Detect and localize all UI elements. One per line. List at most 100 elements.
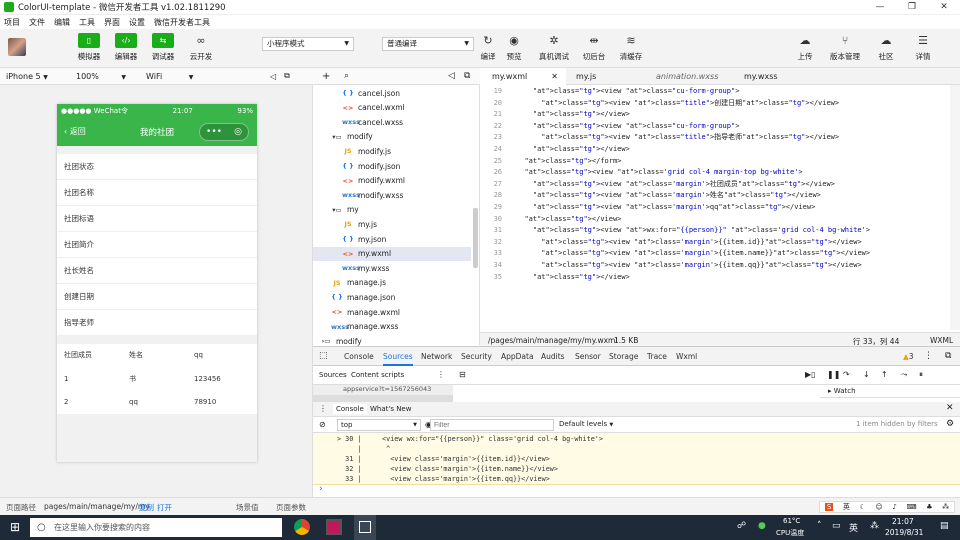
more-vertical-icon[interactable]: ⋮: [924, 351, 933, 361]
close-icon[interactable]: ✕: [946, 403, 954, 413]
copy-link[interactable]: 复制: [139, 502, 154, 513]
menu-tools[interactable]: 工具: [79, 17, 95, 28]
form-row-date[interactable]: 创建日期: [57, 284, 257, 310]
debugger-button[interactable]: ⇆ 调试器: [143, 33, 183, 62]
popout-icon[interactable]: ⧉: [464, 71, 470, 81]
tab-storage[interactable]: Storage: [609, 347, 638, 366]
tab-trace[interactable]: Trace: [647, 347, 667, 366]
file-item[interactable]: <> cancel.wxml: [313, 101, 471, 115]
file-item[interactable]: wxss my.wxss: [313, 261, 471, 275]
tab-my-js[interactable]: my.js: [564, 68, 644, 85]
file-item[interactable]: wxss manage.wxss: [313, 320, 471, 334]
ime-taskbar[interactable]: 英: [849, 521, 858, 534]
file-item[interactable]: wxss cancel.wxss: [313, 115, 471, 129]
clear-cache-button[interactable]: ≋ 清缓存: [611, 33, 651, 62]
warning-badge[interactable]: ▲3: [903, 352, 914, 361]
pause-icon[interactable]: ❚❚: [827, 370, 840, 379]
console-prompt[interactable]: ›: [319, 484, 323, 494]
popout-icon[interactable]: ⧉: [284, 71, 290, 81]
mic-icon[interactable]: ♪: [892, 503, 896, 511]
scene-value[interactable]: 场景值: [236, 502, 259, 513]
chrome-icon[interactable]: [294, 519, 310, 535]
zoom-select[interactable]: 100% ▼: [76, 72, 136, 81]
file-item[interactable]: wxss modify.wxss: [313, 188, 471, 202]
file-item[interactable]: { } modify.json: [313, 159, 471, 173]
details-button[interactable]: ☰ 详情: [903, 33, 943, 62]
real-debug-button[interactable]: ✲ 真机调试: [534, 33, 574, 62]
ide-icon[interactable]: [326, 519, 342, 535]
task-view-icon[interactable]: ▭: [255, 521, 264, 532]
step-over-icon[interactable]: ↷: [843, 370, 850, 379]
form-row-slogan[interactable]: 社团标语: [57, 206, 257, 232]
menu-view[interactable]: 界面: [104, 17, 120, 28]
menu-file[interactable]: 文件: [29, 17, 45, 28]
file-item[interactable]: <> my.wxml: [313, 246, 471, 261]
inspect-icon[interactable]: ⬚: [319, 351, 328, 361]
tab-sources[interactable]: Sources: [383, 347, 413, 366]
taskbar-search[interactable]: ○ 在这里输入你要搜索的内容: [30, 518, 282, 537]
tab-sensor[interactable]: Sensor: [575, 347, 601, 366]
maximize-button[interactable]: ❐: [896, 0, 928, 15]
sidebar-toggle-icon[interactable]: ⊟: [459, 370, 466, 379]
avatar[interactable]: [8, 38, 26, 56]
form-row-name[interactable]: 社团名称: [57, 180, 257, 206]
more-vertical-icon[interactable]: ⋮: [437, 370, 445, 379]
menu-edit[interactable]: 编辑: [54, 17, 70, 28]
tab-wxml[interactable]: Wxml: [676, 347, 697, 366]
form-row-intro[interactable]: 社团简介: [57, 232, 257, 258]
log-levels-select[interactable]: Default levels ▼: [559, 420, 643, 428]
person-icon[interactable]: ☍: [737, 521, 746, 531]
minimize-button[interactable]: —: [864, 0, 896, 15]
tab-my-wxss[interactable]: my.wxss: [732, 68, 816, 85]
notification-icon[interactable]: ▤: [940, 521, 949, 531]
form-row-status[interactable]: 社团状态: [57, 154, 257, 180]
version-button[interactable]: ⑂ 版本管理: [825, 33, 865, 62]
tab-animation-wxss[interactable]: animation.wxss: [644, 68, 740, 85]
volume-icon[interactable]: ◁: [270, 72, 276, 81]
more-icon[interactable]: •••: [206, 127, 222, 137]
network-select[interactable]: WiFi ▼: [146, 72, 206, 81]
menu-devtools[interactable]: 微信开发者工具: [154, 17, 210, 28]
file-item[interactable]: JS modify.js: [313, 144, 471, 158]
watch-section[interactable]: ▸ Watch: [820, 385, 960, 398]
tab-whats-new[interactable]: What's New: [370, 405, 411, 413]
target-icon[interactable]: ◎: [234, 127, 242, 137]
tab-security[interactable]: Security: [461, 347, 492, 366]
tab-content-scripts[interactable]: Content scripts: [351, 371, 404, 379]
file-item[interactable]: { } manage.json: [313, 290, 471, 304]
editor-button[interactable]: ‹/› 编辑器: [106, 33, 146, 62]
file-item[interactable]: JS my.js: [313, 217, 471, 231]
menu-settings[interactable]: 设置: [129, 17, 145, 28]
tab-console-drawer[interactable]: Console: [333, 404, 367, 414]
capsule-menu[interactable]: ••• ◎: [199, 123, 249, 141]
open-link[interactable]: 打开: [157, 502, 172, 513]
tab-audits[interactable]: Audits: [541, 347, 565, 366]
devtools-taskbar-icon[interactable]: [354, 515, 376, 540]
skin-icon[interactable]: ♣: [926, 503, 932, 511]
ime-language[interactable]: 英: [843, 502, 850, 512]
file-item[interactable]: <> manage.wxml: [313, 305, 471, 319]
form-row-leader[interactable]: 社长姓名: [57, 258, 257, 284]
filter-input[interactable]: [430, 419, 554, 431]
temp-icon[interactable]: ●: [758, 521, 766, 531]
grid-icon[interactable]: ⁂: [942, 503, 949, 511]
file-item[interactable]: <> modify.wxml: [313, 174, 471, 188]
step-out-icon[interactable]: ↑: [881, 370, 888, 379]
ime-toolbar[interactable]: S 英 ☾ ☺ ♪ ⌨ ♣ ⁂: [819, 501, 955, 513]
context-select[interactable]: top ▼: [337, 419, 421, 431]
compile-mode-select[interactable]: 普通编译 ▼: [382, 37, 474, 51]
chevron-up-icon[interactable]: ˄: [817, 521, 822, 531]
form-row-teacher[interactable]: 指导老师: [57, 310, 257, 336]
mode-select[interactable]: 小程序模式 ▼: [262, 37, 354, 51]
file-item[interactable]: { } cancel.json: [313, 86, 471, 100]
clear-console-icon[interactable]: ⊘: [319, 420, 326, 429]
preview-button[interactable]: ◉ 预览: [494, 33, 534, 62]
keyboard-icon[interactable]: ⌨: [906, 503, 916, 511]
scrollbar[interactable]: [950, 85, 960, 330]
grid-icon[interactable]: ⁂: [870, 521, 879, 531]
tab-my-wxml[interactable]: my.wxml ✕: [480, 68, 566, 85]
folder-item[interactable]: ▾▭ my: [313, 203, 471, 217]
switch-background-button[interactable]: ⇹ 切后台: [574, 33, 614, 62]
language-mode[interactable]: WXML: [930, 336, 953, 345]
network-icon[interactable]: ▭: [832, 521, 841, 531]
